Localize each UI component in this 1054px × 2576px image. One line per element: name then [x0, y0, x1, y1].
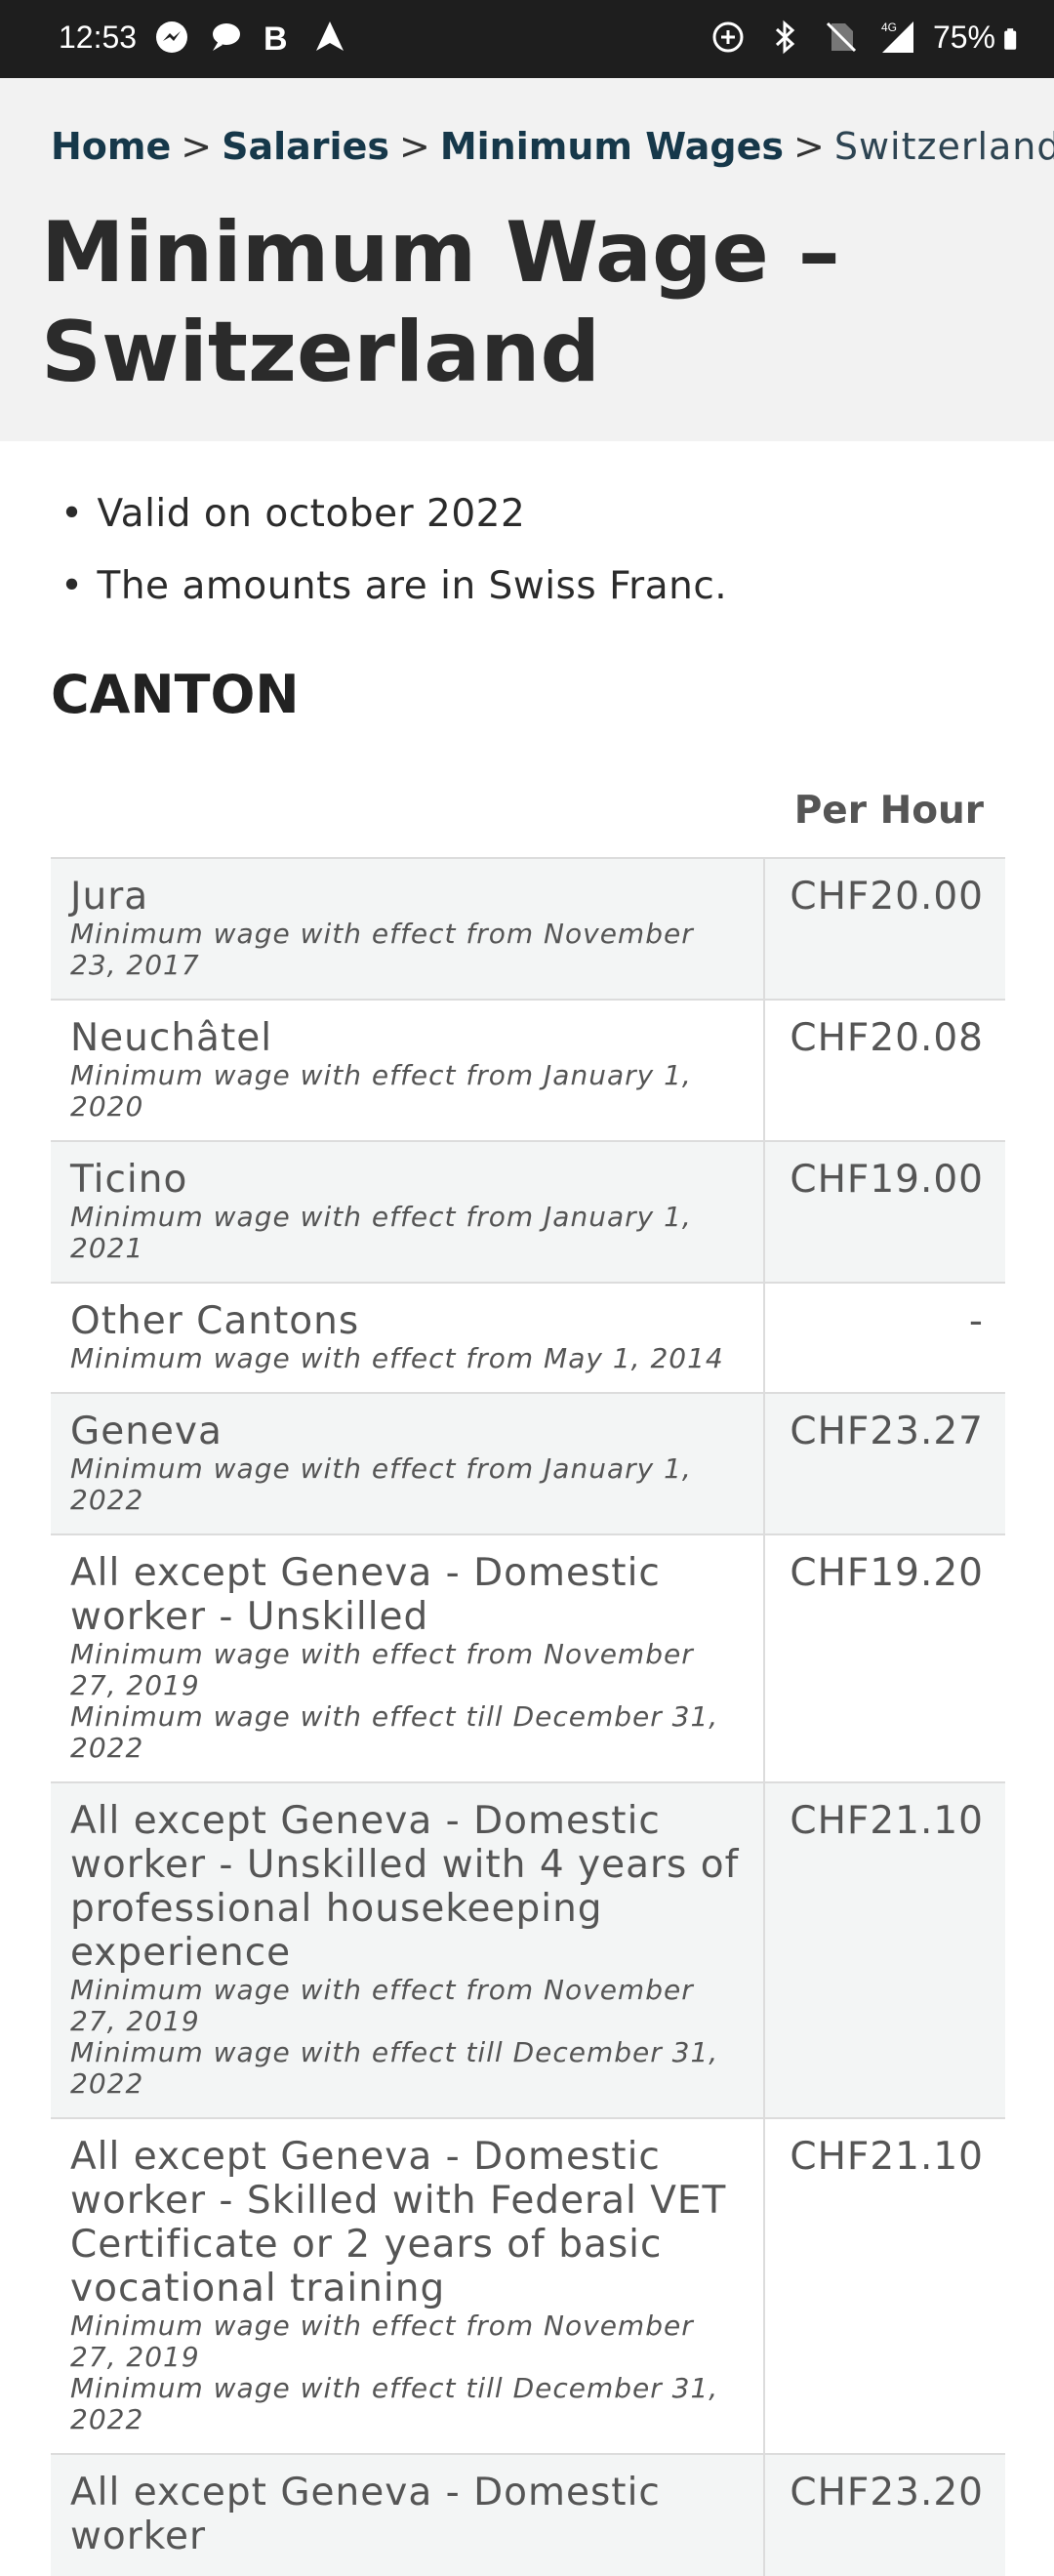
canton-cell: Ticino Minimum wage with effect from Jan… [51, 1142, 765, 1282]
wage-value: CHF21.10 [790, 1799, 984, 1843]
canton-cell: All except Geneva - Domestic worker [51, 2455, 765, 2576]
effective-date-note: Minimum wage with effect from November 2… [70, 2310, 694, 2373]
table-row: Neuchâtel Minimum wage with effect from … [51, 999, 1005, 1140]
canton-cell: Jura Minimum wage with effect from Novem… [51, 859, 765, 999]
breadcrumb-separator: > [793, 125, 825, 168]
section-title: CANTON [51, 664, 300, 725]
canton-cell: Geneva Minimum wage with effect from Jan… [51, 1394, 765, 1533]
effective-date-note: Minimum wage with effect from January 1,… [70, 1201, 692, 1264]
breadcrumb: Home > Salaries > Minimum Wages > Switzerland [51, 125, 1054, 168]
notification-icons: B [152, 18, 349, 57]
page-title: Minimum Wage – Switzerland [41, 204, 840, 401]
note-item: Valid on october 2022 [61, 478, 727, 551]
minimum-wage-table: Per Hour Jura Minimum wage with effect f… [51, 771, 1005, 2576]
canton-name: Other Cantons [70, 1299, 360, 1343]
table-row: Jura Minimum wage with effect from Novem… [51, 857, 1005, 999]
wage-value: CHF19.00 [790, 1158, 984, 1202]
canton-cell: All except Geneva - Domestic worker - Un… [51, 1783, 765, 2117]
effective-date-note: Minimum wage with effect from January 1,… [70, 1452, 692, 1516]
canton-name: All except Geneva - Domestic worker [70, 2471, 661, 2558]
canton-cell: All except Geneva - Domestic worker - Un… [51, 1535, 765, 1781]
wage-value: CHF20.08 [790, 1016, 984, 1060]
effective-date-note: Minimum wage with effect from November 2… [70, 1638, 694, 1701]
per-hour-column-header: Per Hour [793, 789, 984, 833]
svg-text:4G: 4G [881, 20, 897, 34]
wage-value: CHF21.10 [790, 2135, 984, 2179]
messenger-icon [156, 21, 187, 53]
table-row: All except Geneva - Domestic worker - Un… [51, 1533, 1005, 1781]
bold-b-icon: B [264, 20, 288, 57]
data-saver-icon [712, 21, 744, 53]
system-icons: 4G [709, 18, 917, 57]
page-header: Home > Salaries > Minimum Wages > Switzerland … [0, 78, 1054, 441]
canton-cell: All except Geneva - Domestic worker - Sk… [51, 2119, 765, 2453]
canton-cell: Neuchâtel Minimum wage with effect from … [51, 1001, 765, 1140]
wage-value: CHF19.20 [790, 1551, 984, 1595]
effective-date-note: Minimum wage with effect from November 2… [70, 1974, 694, 2037]
canton-name: Jura [70, 875, 149, 919]
canton-name: All except Geneva - Domestic worker - Sk… [70, 2135, 727, 2310]
svg-text:B: B [264, 20, 288, 57]
end-date-note: Minimum wage with effect till December 3… [70, 2372, 719, 2435]
breadcrumb-salaries-link[interactable]: Salaries [222, 125, 389, 168]
canton-name: All except Geneva - Domestic worker - Un… [70, 1551, 661, 1639]
wage-value: - [968, 1299, 984, 1343]
effective-date-note: Minimum wage with effect from January 1,… [70, 1059, 692, 1123]
table-row: All except Geneva - Domestic worker CHF2… [51, 2453, 1005, 2576]
battery-icon [1004, 28, 1017, 50]
canton-name: Neuchâtel [70, 1016, 273, 1060]
wage-value: CHF23.20 [790, 2471, 984, 2515]
canton-name: Geneva [70, 1410, 223, 1453]
breadcrumb-current: Switzerland [833, 125, 1054, 168]
canton-cell: Other Cantons Minimum wage with effect f… [51, 1284, 765, 1392]
table-row: Geneva Minimum wage with effect from Jan… [51, 1392, 1005, 1533]
battery-percentage: 75% [932, 20, 995, 55]
status-bar: 12:53 B 4G 75% [0, 0, 1054, 78]
wage-value: CHF23.27 [790, 1410, 984, 1453]
wage-value: CHF20.00 [790, 875, 984, 919]
bluetooth-icon [775, 20, 795, 55]
no-sim-icon [826, 21, 857, 53]
breadcrumb-home-link[interactable]: Home [51, 125, 171, 168]
end-date-note: Minimum wage with effect till December 3… [70, 1700, 719, 1764]
breadcrumb-separator: > [398, 125, 430, 168]
table-row: All except Geneva - Domestic worker - Un… [51, 1781, 1005, 2117]
navigation-arrow-icon [316, 21, 344, 51]
table-header: Per Hour [51, 771, 1005, 857]
status-time: 12:53 [59, 20, 138, 55]
note-item: The amounts are in Swiss Franc. [61, 551, 727, 623]
table-row: Ticino Minimum wage with effect from Jan… [51, 1140, 1005, 1282]
breadcrumb-minimum-wages-link[interactable]: Minimum Wages [440, 125, 784, 168]
end-date-note: Minimum wage with effect till December 3… [70, 2036, 719, 2100]
table-row: Other Cantons Minimum wage with effect f… [51, 1282, 1005, 1392]
effective-date-note: Minimum wage with effect from November 2… [70, 918, 694, 981]
signal-4g-icon: 4G [881, 20, 913, 53]
info-notes: Valid on october 2022 The amounts are in… [61, 478, 727, 623]
effective-date-note: Minimum wage with effect from May 1, 201… [70, 1342, 724, 1374]
canton-name: All except Geneva - Domestic worker - Un… [70, 1799, 740, 1975]
table-row: All except Geneva - Domestic worker - Sk… [51, 2117, 1005, 2453]
breadcrumb-separator: > [181, 125, 213, 168]
canton-name: Ticino [70, 1158, 188, 1202]
chat-bubble-icon [213, 23, 240, 51]
